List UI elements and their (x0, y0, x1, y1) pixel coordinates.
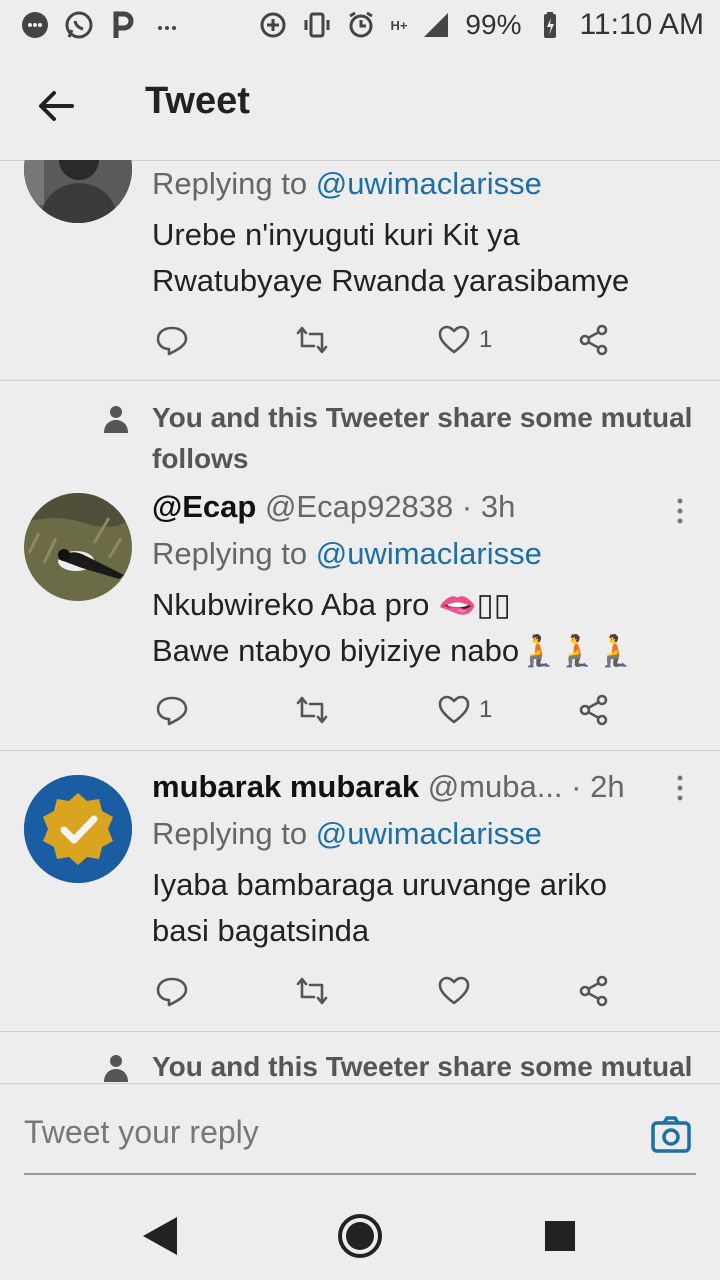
tweet-text-line: Nkubwireko Aba pro 🫦▯▯ (152, 587, 511, 622)
social-context-text: You and this Tweeter share some mutual (152, 402, 693, 433)
handle: @muba... (427, 769, 563, 804)
retweet-icon (296, 977, 328, 1005)
data-saver-icon (260, 12, 286, 38)
tweet-text-line: Urebe n'inyuguti kuri Kit ya (152, 217, 520, 252)
page-title: Tweet (145, 80, 250, 122)
tweet-reply-1[interactable]: Replying to @uwimaclarisse Urebe n'inyug… (0, 160, 720, 381)
heart-icon (438, 695, 470, 724)
reply-button[interactable] (155, 690, 189, 730)
share-icon (579, 975, 608, 1007)
heart-icon (438, 325, 470, 354)
social-context-text: You and this Tweeter share some mutual (152, 1051, 693, 1082)
like-button[interactable]: 1 (437, 690, 492, 730)
reply-input[interactable]: Tweet your reply (24, 1114, 259, 1151)
retweet-button[interactable] (295, 690, 329, 730)
tweet-body: Replying to @uwimaclarisse Urebe n'inyug… (152, 161, 710, 304)
tweet-reply-3[interactable]: mubarak mubarak @muba... · 2h Replying t… (0, 751, 720, 1032)
replying-prefix: Replying to (152, 816, 308, 851)
person-icon (104, 406, 128, 433)
like-count: 1 (479, 326, 493, 353)
messaging-icon (22, 12, 48, 38)
reply-composer: Tweet your reply (0, 1083, 720, 1194)
mention-link[interactable]: @uwimaclarisse (316, 816, 542, 851)
timestamp: · 2h (571, 769, 625, 804)
reply-button[interactable] (155, 320, 189, 360)
handle-time: @Ecap92838 · 3h (264, 489, 516, 524)
tweet-text-line: basi bagatsinda (152, 913, 370, 948)
more-options-icon[interactable] (670, 496, 690, 526)
alarm-icon (349, 11, 374, 38)
more-dots-icon (158, 26, 176, 30)
like-button[interactable]: 1 (437, 320, 492, 360)
retweet-button[interactable] (295, 971, 329, 1011)
more-options-icon[interactable] (670, 773, 690, 803)
reply-button[interactable] (155, 971, 189, 1011)
signal-icon (424, 13, 449, 37)
mention-link[interactable]: @uwimaclarisse (316, 166, 542, 201)
replying-prefix: Replying to (152, 536, 308, 571)
battery-icon (544, 12, 557, 38)
social-context-text: follows (152, 443, 249, 474)
clock: 11:10 AM (579, 8, 704, 41)
tweet-text-line: Rwatubyaye Rwanda yarasibamye (152, 263, 630, 298)
avatar[interactable] (24, 775, 132, 883)
status-bar: H+ 99% 11:10 AM (0, 0, 720, 50)
reply-icon (156, 326, 188, 356)
tweet-reply-2[interactable]: You and this Tweeter share some mutual f… (0, 381, 720, 751)
tweet-actions (155, 971, 625, 1011)
camera-icon[interactable] (650, 1114, 692, 1156)
battery-percent: 99% (465, 9, 522, 40)
person-icon (104, 1055, 128, 1082)
heart-icon (438, 976, 470, 1005)
replying-to: Replying to @uwimaclarisse (152, 811, 710, 857)
network-type: H+ (390, 17, 408, 33)
avatar[interactable] (24, 160, 132, 223)
replies-list[interactable]: Replying to @uwimaclarisse Urebe n'inyug… (0, 160, 720, 1083)
display-name[interactable]: @Ecap (152, 489, 256, 524)
share-icon (579, 324, 608, 356)
replying-prefix: Replying to (152, 166, 308, 201)
retweet-icon (296, 696, 328, 724)
tweet-text-line: Iyaba bambaraga uruvange ariko (152, 867, 607, 902)
nav-back-icon[interactable] (135, 1211, 185, 1261)
system-nav-bar (0, 1193, 720, 1280)
share-button[interactable] (577, 320, 611, 360)
tweet-header: mubarak mubarak @muba... · 2h (152, 764, 710, 810)
avatar[interactable] (24, 493, 132, 601)
like-count: 1 (479, 696, 493, 723)
share-icon (579, 694, 608, 726)
app-bar: Tweet (0, 50, 720, 161)
tweet-actions: 1 (155, 690, 625, 730)
tweet-actions: 1 (155, 320, 625, 360)
nav-recents-icon[interactable] (535, 1211, 585, 1261)
back-arrow-icon[interactable] (36, 86, 76, 126)
avatar-photo (24, 493, 132, 601)
input-underline (24, 1173, 696, 1175)
avatar-photo (24, 160, 132, 223)
tweet-text-fragment: Bawe ntabyo biyiziye nabo (152, 633, 520, 668)
share-button[interactable] (577, 690, 611, 730)
replying-to: Replying to @uwimaclarisse (152, 161, 710, 207)
tweet-body: mubarak mubarak @muba... · 2h Replying t… (152, 752, 710, 954)
retweet-button[interactable] (295, 320, 329, 360)
p-app-icon (113, 11, 134, 38)
nav-home-icon[interactable] (335, 1211, 385, 1261)
replying-to: Replying to @uwimaclarisse (152, 531, 710, 577)
share-button[interactable] (577, 971, 611, 1011)
like-button[interactable] (437, 971, 479, 1011)
display-name[interactable]: mubarak mubarak (152, 769, 419, 804)
reply-icon (156, 696, 188, 726)
reply-icon (156, 977, 188, 1007)
emoji-group: 🧎🧎🧎 (519, 633, 635, 668)
mention-link[interactable]: @uwimaclarisse (316, 536, 542, 571)
retweet-icon (296, 326, 328, 354)
tweet-body: @Ecap @Ecap92838 · 3h Replying to @uwima… (152, 484, 710, 674)
whatsapp-icon (65, 11, 93, 39)
tweet-text-line: Bawe ntabyo biyiziye nabo🧎🧎🧎 (152, 628, 710, 674)
vibrate-icon (304, 12, 330, 38)
tweet-header: @Ecap @Ecap92838 · 3h (152, 484, 710, 530)
verified-badge-avatar (24, 775, 132, 883)
